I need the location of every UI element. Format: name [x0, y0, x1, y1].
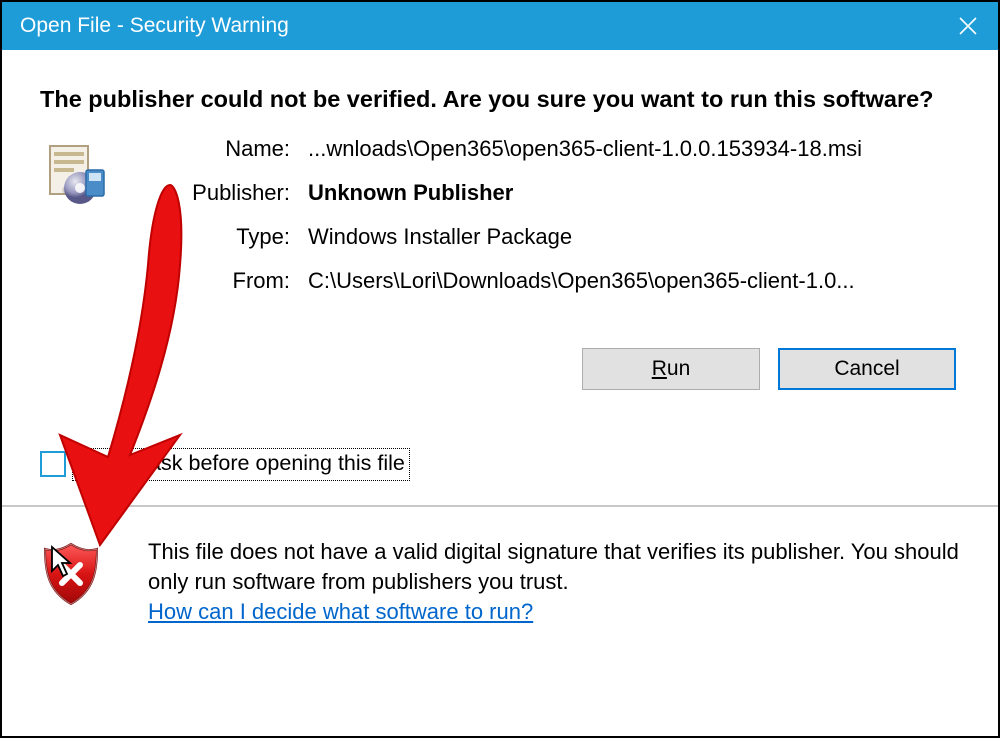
- shield-warning-icon: [40, 541, 102, 607]
- name-label: Name:: [160, 136, 290, 162]
- from-label: From:: [160, 268, 290, 294]
- type-label: Type:: [160, 224, 290, 250]
- always-ask-label[interactable]: Always ask before opening this file: [72, 448, 410, 481]
- close-icon: [959, 17, 977, 35]
- run-label-rest: un: [667, 357, 690, 380]
- help-link[interactable]: How can I decide what software to run?: [148, 599, 533, 624]
- publisher-value: Unknown Publisher: [308, 180, 960, 206]
- publisher-label: Publisher:: [160, 180, 290, 206]
- always-ask-checkbox[interactable]: [40, 451, 66, 477]
- warning-heading: The publisher could not be verified. Are…: [40, 84, 960, 116]
- from-value: C:\Users\Lori\Downloads\Open365\open365-…: [308, 268, 960, 294]
- close-button[interactable]: [938, 2, 998, 50]
- cancel-label: Cancel: [834, 357, 899, 381]
- installer-icon: [40, 140, 112, 212]
- dialog-content: The publisher could not be verified. Are…: [2, 50, 998, 481]
- run-hotkey: R: [652, 357, 667, 380]
- run-button[interactable]: Run: [582, 348, 760, 390]
- cancel-button[interactable]: Cancel: [778, 348, 956, 390]
- titlebar: Open File - Security Warning: [2, 2, 998, 50]
- footer-warning-text: This file does not have a valid digital …: [148, 539, 959, 594]
- type-value: Windows Installer Package: [308, 224, 960, 250]
- footer: This file does not have a valid digital …: [2, 507, 998, 628]
- name-value: ...wnloads\Open365\open365-client-1.0.0.…: [308, 136, 960, 162]
- window-title: Open File - Security Warning: [20, 14, 289, 38]
